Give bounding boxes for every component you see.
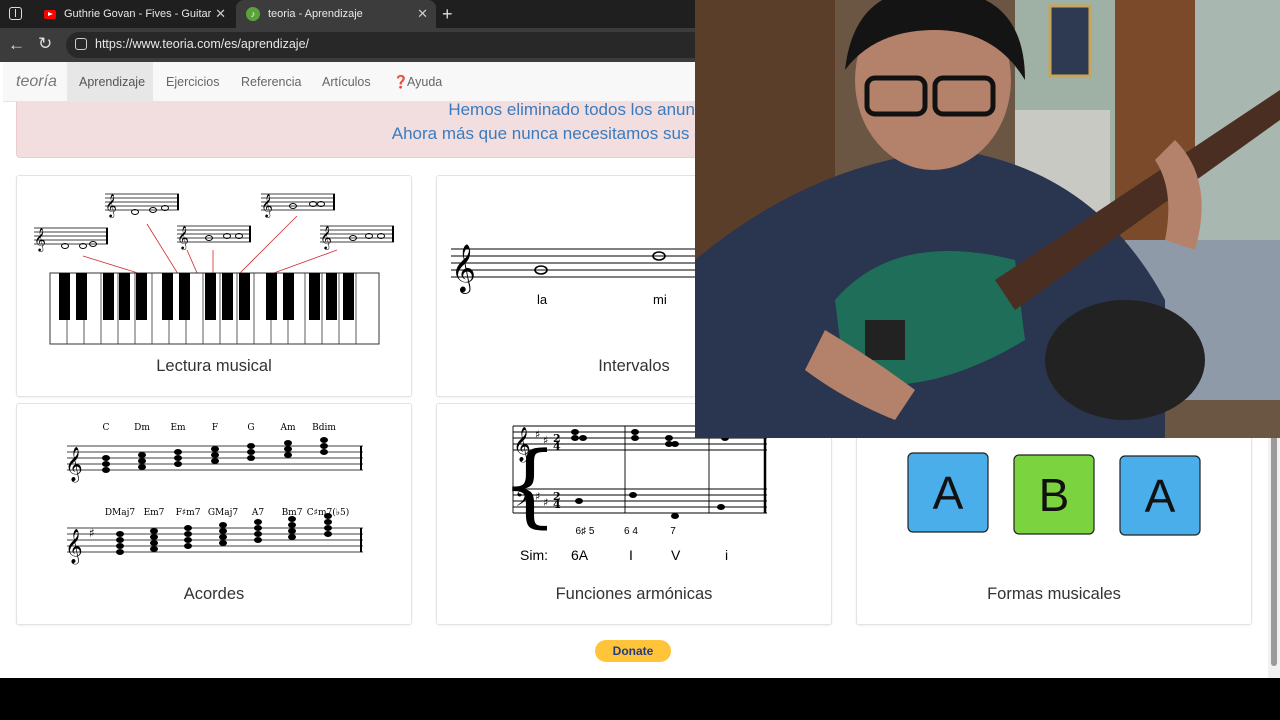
chord-label: DMaj7 [105,508,136,518]
chord-label: Bdim [312,423,336,433]
treble-clef-icon: 𝄞 [513,427,531,463]
piano-keyboard [49,272,380,345]
form-letter: A [1145,470,1176,522]
treble-clef-icon: 𝄞 [451,243,476,294]
chord-label: F♯m7 [176,508,201,518]
svg-text:♯: ♯ [535,428,540,441]
close-icon[interactable]: ✕ [417,6,428,22]
card-title: Funciones armónicas [555,585,713,603]
treble-clef-icon: 𝄞 [105,193,117,218]
chord-label: Em [170,423,186,433]
roman-numeral: i [725,547,728,563]
svg-text:♯: ♯ [543,434,548,447]
close-icon[interactable]: ✕ [215,6,226,22]
roman-numeral: 6A [571,547,589,563]
figured-bass: 7 [670,526,676,537]
bass-clef-icon: 𝄢 [515,487,532,517]
nav-item-ayuda[interactable]: Ayuda [407,75,442,89]
svg-text:4: 4 [553,498,561,511]
sharp-icon: ♯ [89,526,95,540]
tab-title: Guthrie Govan - Fives - Guitar per [64,8,214,20]
figured-bass: 6 4 [624,526,638,537]
youtube-icon [44,9,56,19]
roman-numeral: I [629,547,633,563]
tab-teoria[interactable]: ♪ teoria - Aprendizaje ✕ [236,0,436,28]
teoria-icon: ♪ [246,7,260,21]
url-field[interactable]: https://www.teoria.com/es/aprendizaje/ [66,32,706,58]
chord-label: GMaj7 [208,508,239,518]
webcam-feed-image [695,0,1280,438]
site-logo[interactable]: teoría [16,73,57,91]
back-arrow-icon[interactable]: ← [8,35,25,55]
card-title: Acordes [183,585,245,603]
site-info-icon[interactable] [75,38,87,50]
treble-clef-icon: 𝄞 [261,193,273,218]
card-title: Formas musicales [987,585,1121,603]
figured-bass: 6♯ 5 [576,526,595,537]
tab-search-icon[interactable] [9,7,22,20]
tab-guthrie-govan[interactable]: Guthrie Govan - Fives - Guitar per ✕ [34,0,234,28]
note-name: la [537,292,548,307]
treble-clef-icon: 𝄞 [65,447,83,483]
svg-text:♯: ♯ [535,490,540,503]
chords-staff-illustration: C Dm Em F G Am Bdim DMaj7 Em7 F♯m7 GMaj7… [65,423,363,565]
card-lectura-musical[interactable]: 𝄞 𝄞 𝄞 𝄞 𝄞 Lectura musical [16,175,412,397]
chord-label: Dm [134,423,150,433]
webcam-overlay [695,0,1280,438]
card-acordes[interactable]: C Dm Em F G Am Bdim DMaj7 Em7 F♯m7 GMaj7… [16,403,412,625]
treble-clef-icon: 𝄞 [34,227,46,252]
card-title: Lectura musical [156,357,272,375]
treble-clef-icon: 𝄞 [320,225,332,250]
chord-label: A7 [251,508,264,518]
nav-item-ejercicios[interactable]: Ejercicios [166,75,220,89]
form-letter: B [1039,469,1070,521]
new-tab-icon[interactable]: + [442,4,453,25]
tab-title: teoria - Aprendizaje [268,8,363,20]
bottom-black-bar [0,678,1280,720]
svg-text:♯: ♯ [543,496,548,509]
nav-item-articulos[interactable]: Artículos [322,75,371,89]
chord-label: Em7 [144,508,165,518]
chord-label: Am [279,423,295,433]
chord-label: G [247,423,254,433]
roman-prefix: Sim: [520,547,548,563]
roman-numeral: V [671,547,681,563]
chord-label: C [103,423,110,433]
piano-staff-illustration: 𝄞 𝄞 𝄞 𝄞 𝄞 [34,193,394,345]
nav-item-aprendizaje[interactable]: Aprendizaje [79,75,145,89]
url-text[interactable]: https://www.teoria.com/es/aprendizaje/ [95,37,309,51]
reload-icon[interactable]: ↻ [38,34,52,54]
svg-text:4: 4 [553,440,561,453]
nav-item-referencia[interactable]: Referencia [241,75,301,89]
chord-label: F [212,423,218,433]
form-letter: A [933,467,964,519]
treble-clef-icon: 𝄞 [65,529,83,565]
note-name: mi [653,292,667,307]
treble-clef-icon: 𝄞 [177,225,189,250]
donate-button[interactable]: Donate [595,640,671,662]
